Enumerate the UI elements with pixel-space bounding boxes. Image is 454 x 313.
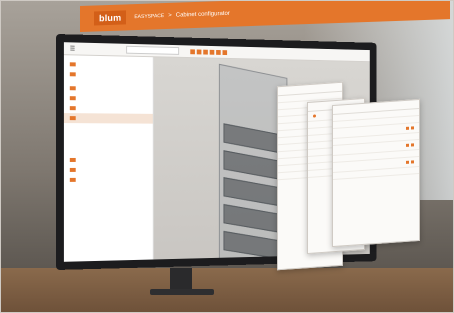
image-frame <box>0 0 454 313</box>
